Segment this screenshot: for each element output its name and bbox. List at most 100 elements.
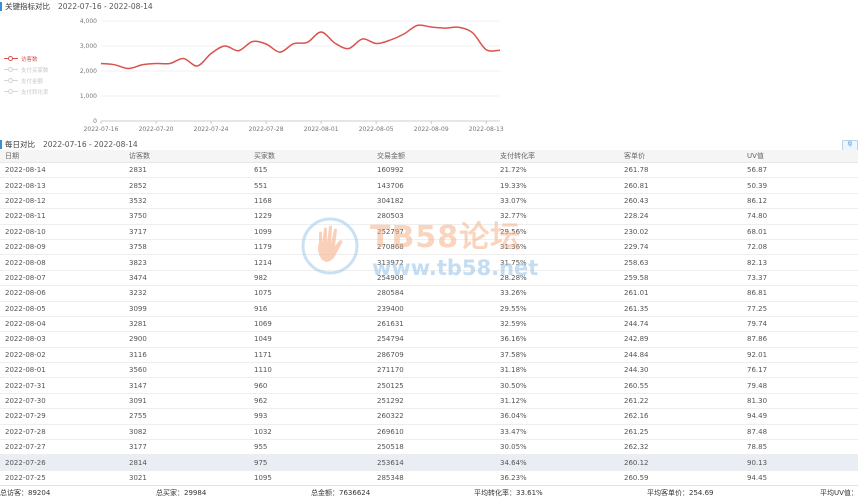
cell-buyers: 1049: [249, 331, 372, 348]
cell-date: 2022-07-26: [0, 454, 124, 471]
avg-conversion: 平均转化率：33.61%: [474, 489, 543, 497]
cell-amount: 250125: [372, 377, 495, 394]
cell-visitors: 3281: [124, 316, 249, 333]
table-row[interactable]: 2022-08-09 3758 1179 270868 31.36% 229.74 72.0…: [0, 239, 858, 256]
cell-amount: 253614: [372, 454, 495, 471]
legend-item-pay-buyers[interactable]: 支付买家数: [4, 64, 49, 75]
legend-line-icon: [4, 55, 18, 63]
avg-uv-value: 平均UV值：: [820, 489, 858, 497]
cell-buyers: 1110: [249, 362, 372, 379]
cell-buyers: 1214: [249, 254, 372, 271]
table-row[interactable]: 2022-08-03 2900 1049 254794 36.16% 242.89 87.8…: [0, 331, 858, 348]
cell-order-value: 261.78: [619, 162, 742, 179]
legend-line-icon: [4, 88, 18, 96]
cell-visitors: 3232: [124, 285, 249, 302]
cell-uv-value: 68.01: [742, 224, 858, 240]
column-header-amount[interactable]: 交易金额: [372, 150, 495, 163]
cell-buyers: 1179: [249, 239, 372, 256]
cell-conversion: 36.23%: [495, 470, 619, 483]
cell-visitors: 3750: [124, 208, 249, 225]
column-header-date[interactable]: 日期: [0, 150, 124, 163]
cell-date: 2022-08-08: [0, 254, 124, 271]
cell-visitors: 2755: [124, 408, 249, 425]
cell-buyers: 962: [249, 393, 372, 410]
column-header-order-value[interactable]: 客单价: [619, 150, 742, 163]
cell-visitors: 3082: [124, 424, 249, 441]
table-header-row: 日期 访客数 买家数 交易金额 支付转化率 客单价 UV值: [0, 150, 858, 163]
cell-date: 2022-07-27: [0, 439, 124, 456]
table-row[interactable]: 2022-08-05 3099 916 239400 29.55% 261.35 77.25: [0, 301, 858, 317]
legend-item-pay-amount[interactable]: 支付金额: [4, 75, 49, 86]
x-tick-label: 2022-07-24: [194, 126, 229, 133]
cell-uv-value: 92.01: [742, 347, 858, 364]
cell-date: 2022-08-12: [0, 193, 124, 210]
daily-table-container[interactable]: 日期 访客数 买家数 交易金额 支付转化率 客单价 UV值 2022-08-14…: [0, 150, 858, 483]
x-tick-label: 2022-07-20: [139, 126, 174, 133]
cell-date: 2022-07-25: [0, 470, 124, 483]
cell-conversion: 30.05%: [495, 439, 619, 456]
daily-date-range[interactable]: 2022-07-16 - 2022-08-14: [43, 140, 138, 149]
cell-amount: 304182: [372, 193, 495, 210]
table-row[interactable]: 2022-08-07 3474 982 254908 28.28% 259.58 73.37: [0, 270, 858, 287]
cell-conversion: 28.28%: [495, 270, 619, 287]
column-header-conversion[interactable]: 支付转化率: [495, 150, 619, 163]
table-row[interactable]: 2022-08-04 3281 1069 261631 32.59% 244.74 79.7…: [0, 316, 858, 333]
cell-amount: 254794: [372, 331, 495, 348]
cell-buyers: 1168: [249, 193, 372, 210]
cell-conversion: 32.59%: [495, 316, 619, 333]
cell-amount: 252797: [372, 224, 495, 240]
column-header-uv-value[interactable]: UV值: [742, 150, 858, 163]
cell-uv-value: 76.17: [742, 362, 858, 379]
table-row[interactable]: 2022-08-14 2831 615 160992 21.72% 261.78 56.87: [0, 162, 858, 179]
cell-conversion: 31.18%: [495, 362, 619, 379]
x-tick-label: 2022-08-09: [414, 126, 449, 133]
cell-visitors: 2900: [124, 331, 249, 348]
table-row[interactable]: 2022-08-13 2852 551 143706 19.33% 260.81 50.39: [0, 177, 858, 194]
y-tick-label: 1,000: [80, 93, 97, 100]
cell-date: 2022-07-30: [0, 393, 124, 410]
table-row[interactable]: 2022-07-28 3082 1032 269610 33.47% 261.25 87.4…: [0, 424, 858, 441]
cell-buyers: 960: [249, 377, 372, 394]
table-row[interactable]: 2022-08-01 3560 1110 271170 31.18% 244.30 76.1…: [0, 362, 858, 379]
table-row[interactable]: 2022-07-27 3177 955 250518 30.05% 262.32 78.85: [0, 439, 858, 456]
cell-date: 2022-08-03: [0, 331, 124, 348]
cell-visitors: 2831: [124, 162, 249, 179]
table-row[interactable]: 2022-08-10 3717 1099 252797 29.56% 230.02 68.0…: [0, 224, 858, 240]
column-header-buyers[interactable]: 买家数: [249, 150, 372, 163]
table-row[interactable]: 2022-08-11 3750 1229 280503 32.77% 228.24 74.8…: [0, 208, 858, 225]
legend-item-visitors[interactable]: 访客数: [4, 53, 49, 64]
cell-order-value: 242.89: [619, 331, 742, 348]
legend-label: 支付金额: [21, 78, 44, 85]
table-row[interactable]: 2022-08-02 3116 1171 286709 37.58% 244.84 92.0…: [0, 347, 858, 364]
legend-item-conversion[interactable]: 支付转化率: [4, 86, 49, 97]
y-tick-label: 2,000: [80, 68, 97, 75]
cell-uv-value: 56.87: [742, 162, 858, 179]
cell-conversion: 21.72%: [495, 162, 619, 179]
table-row[interactable]: 2022-07-25 3021 1095 285348 36.23% 260.59 94.4…: [0, 470, 858, 483]
legend-label: 支付转化率: [21, 89, 49, 96]
y-tick-label: 0: [93, 118, 97, 125]
x-tick-label: 2022-08-05: [359, 126, 394, 133]
cell-order-value: 228.24: [619, 208, 742, 225]
table-row[interactable]: 2022-07-29 2755 993 260322 36.04% 262.16 94.49: [0, 408, 858, 425]
table-row[interactable]: 2022-07-31 3147 960 250125 30.50% 260.55 79.48: [0, 377, 858, 394]
cell-amount: 271170: [372, 362, 495, 379]
table-row[interactable]: 2022-08-06 3232 1075 280584 33.26% 261.01 86.8…: [0, 285, 858, 302]
cell-conversion: 36.16%: [495, 331, 619, 348]
cell-uv-value: 90.13: [742, 454, 858, 471]
cell-uv-value: 50.39: [742, 177, 858, 194]
table-row[interactable]: 2022-08-12 3532 1168 304182 33.07% 260.43 86.1…: [0, 193, 858, 210]
cell-conversion: 31.75%: [495, 254, 619, 271]
table-row[interactable]: 2022-07-30 3091 962 251292 31.12% 261.22 81.30: [0, 393, 858, 410]
cell-date: 2022-07-28: [0, 424, 124, 441]
cell-conversion: 36.04%: [495, 408, 619, 425]
trend-line-chart: 0 1,000 2,000 3,000 4,000 2022-07-16 2022-07-2…: [80, 18, 504, 133]
cell-amount: 280503: [372, 208, 495, 225]
cell-buyers: 1032: [249, 424, 372, 441]
cell-visitors: 3177: [124, 439, 249, 456]
table-row[interactable]: 2022-07-26 2814 975 253614 34.64% 260.12 90.13: [0, 454, 858, 471]
table-row[interactable]: 2022-08-08 3823 1214 313972 31.75% 258.63 82.1…: [0, 254, 858, 271]
column-header-visitors[interactable]: 访客数: [124, 150, 249, 163]
cell-order-value: 261.01: [619, 285, 742, 302]
cell-uv-value: 81.30: [742, 393, 858, 410]
